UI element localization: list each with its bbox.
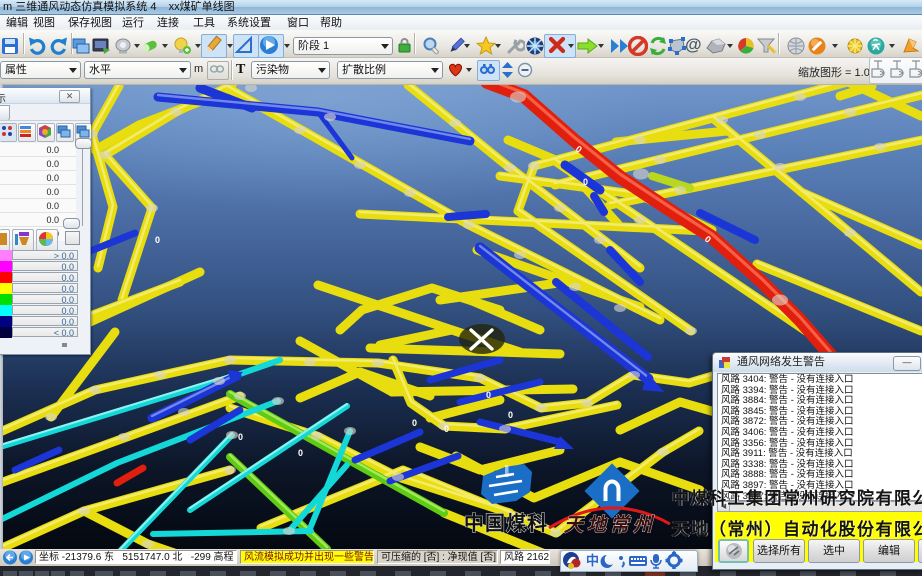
svg-text:0: 0 [238, 432, 243, 442]
svg-text:0: 0 [298, 448, 303, 458]
svg-text:0: 0 [508, 410, 513, 420]
svg-text:0: 0 [412, 418, 417, 428]
svg-text:0: 0 [486, 390, 491, 400]
svg-text:中: 中 [586, 553, 599, 568]
svg-text:0: 0 [444, 424, 449, 434]
svg-text:0: 0 [583, 177, 588, 187]
svg-text:0: 0 [155, 235, 160, 245]
svg-text:天地常州: 天地常州 [564, 514, 656, 536]
svg-text:中国煤科: 中国煤科 [464, 511, 548, 535]
